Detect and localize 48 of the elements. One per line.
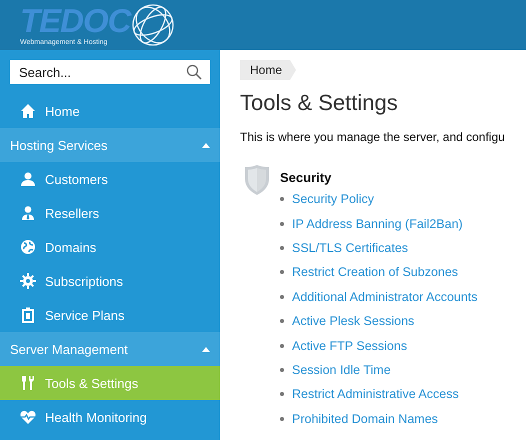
bullet-icon: [280, 222, 284, 226]
settings-link[interactable]: Additional Administrator Accounts: [292, 290, 478, 304]
settings-link[interactable]: SSL/TLS Certificates: [292, 240, 408, 255]
bullet-icon: [280, 270, 284, 274]
globe-icon: [20, 239, 36, 255]
sidebar-item[interactable]: Subscriptions: [0, 264, 220, 298]
settings-link[interactable]: Security Policy: [292, 192, 374, 206]
settings-link[interactable]: Prohibited Domain Names: [292, 412, 438, 426]
sidebar-item[interactable]: Customers: [0, 162, 220, 196]
sidebar-item[interactable]: Tools & Settings: [0, 366, 220, 400]
settings-link[interactable]: Restrict Administrative Access: [292, 387, 459, 402]
settings-link[interactable]: Active Plesk Sessions: [292, 314, 414, 328]
sidebar-item[interactable]: Health Monitoring: [0, 400, 220, 434]
group-title: Security: [280, 170, 332, 185]
search-field[interactable]: Search...: [10, 60, 210, 84]
bullet-icon: [280, 392, 284, 396]
tools-icon: [20, 375, 36, 391]
page-title: Tools & Settings: [240, 90, 399, 116]
bullet-icon: [280, 197, 284, 202]
sidebar-item[interactable]: Resellers: [0, 196, 220, 230]
page-description: This is where you manage the server, and configu: [240, 130, 506, 144]
house-icon: [20, 103, 36, 119]
caret-icon: [202, 142, 210, 148]
sidebar-item[interactable]: Domains: [0, 230, 220, 264]
settings-link[interactable]: Active FTP Sessions: [292, 338, 408, 353]
bullet-icon: [280, 416, 284, 421]
heart-pulse-icon: [20, 409, 36, 425]
bullet-icon: [280, 344, 284, 348]
section-header[interactable]: Server Management: [0, 332, 220, 366]
gear-icon: [20, 273, 36, 289]
settings-link[interactable]: Session Idle Time: [292, 362, 391, 377]
person-tie-icon: [20, 205, 36, 221]
shield-icon: [244, 164, 270, 196]
user-icon: [20, 171, 36, 187]
breadcrumb-link[interactable]: Home: [240, 60, 296, 80]
clipboard-icon: [20, 307, 36, 323]
bullet-icon: [280, 368, 284, 372]
settings-link[interactable]: IP Address Banning (Fail2Ban): [292, 216, 463, 231]
bullet-icon: [280, 319, 284, 324]
sidebar-item[interactable]: Service Plans: [0, 298, 220, 332]
bullet-icon: [280, 246, 284, 250]
globe-logo-icon: [130, 3, 174, 47]
caret-icon: [202, 346, 210, 352]
bullet-icon: [280, 294, 284, 299]
search-icon[interactable]: [186, 64, 202, 80]
settings-link[interactable]: Restrict Creation of Subzones: [292, 265, 458, 280]
section-header[interactable]: Hosting Services: [0, 128, 220, 162]
sidebar-item[interactable]: Home: [0, 94, 220, 128]
